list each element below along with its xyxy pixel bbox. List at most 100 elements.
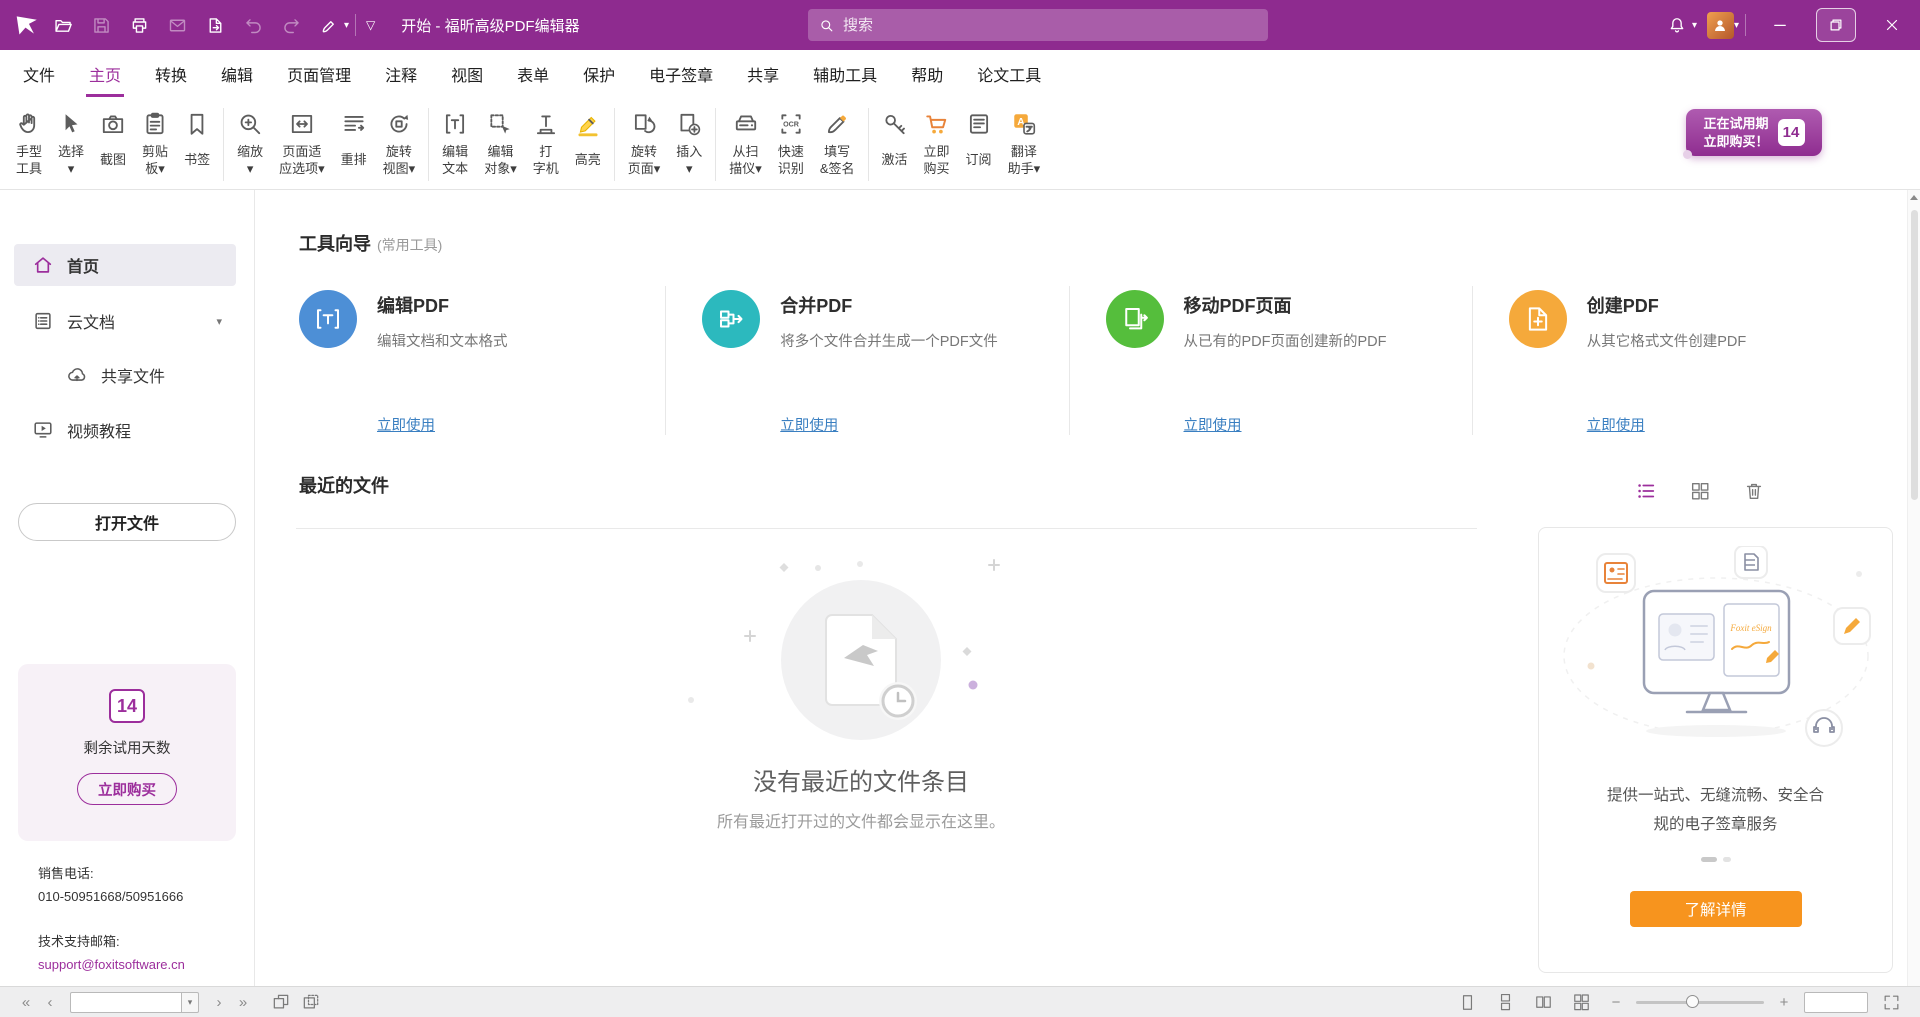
menu-file[interactable]: 文件	[6, 50, 72, 97]
carousel-dots[interactable]	[1539, 857, 1892, 862]
first-page-button[interactable]: «	[14, 994, 38, 1011]
continuous-view-button[interactable]	[1493, 990, 1517, 1014]
menu-home[interactable]: 主页	[72, 50, 138, 97]
menu-view[interactable]: 视图	[434, 50, 500, 97]
ribbon-tool-bookmark[interactable]: 书签	[176, 106, 218, 180]
card-merge-pdf[interactable]: 合并PDF 将多个文件合并生成一个PDF文件 立即使用	[665, 286, 1068, 435]
fullscreen-button[interactable]	[1879, 990, 1903, 1014]
clipboard-view-button[interactable]	[299, 990, 323, 1014]
sidebar-item-home[interactable]: 首页	[14, 244, 236, 286]
zoom-slider-handle[interactable]	[1686, 995, 1699, 1008]
scroll-up-arrow-icon[interactable]	[1910, 195, 1918, 200]
last-page-button[interactable]: »	[231, 994, 255, 1011]
ribbon-tool-reflow[interactable]: 重排	[333, 106, 375, 180]
customize-quickbar-icon[interactable]: ▽	[366, 18, 375, 32]
menu-accessibility[interactable]: 辅助工具	[796, 50, 894, 97]
ribbon-tool-buy-now[interactable]: 立即购买	[916, 106, 958, 180]
use-now-link[interactable]: 立即使用	[780, 414, 838, 435]
facing-view-button[interactable]	[1531, 990, 1555, 1014]
ribbon-tool-rotate-view[interactable]: 旋转视图▾	[375, 106, 424, 180]
ribbon-tool-ocr[interactable]: OCR 快速识别	[770, 106, 812, 180]
open-file-sidebar-button[interactable]: 打开文件	[18, 503, 236, 541]
use-now-link[interactable]: 立即使用	[1184, 414, 1242, 435]
carousel-dot-active[interactable]	[1701, 857, 1717, 862]
ribbon-tool-subscribe[interactable]: 订阅	[958, 106, 1000, 180]
menu-convert[interactable]: 转换	[138, 50, 204, 97]
page-number-caret-icon[interactable]: ▾	[182, 992, 199, 1013]
card-edit-pdf[interactable]: 编辑PDF 编辑文档和文本格式 立即使用	[299, 286, 665, 435]
menu-protect[interactable]: 保护	[566, 50, 632, 97]
single-page-view-button[interactable]	[1455, 990, 1479, 1014]
menu-comment[interactable]: 注释	[368, 50, 434, 97]
ribbon-tool-typewriter[interactable]: 打字机	[525, 106, 567, 180]
card-create-pdf[interactable]: 创建PDF 从其它格式文件创建PDF 立即使用	[1472, 286, 1875, 435]
zoom-percent-input[interactable]	[1804, 992, 1868, 1013]
scrollbar-thumb[interactable]	[1911, 210, 1918, 500]
ribbon-tool-page-fit[interactable]: 页面适应选项▾	[271, 106, 333, 180]
ribbon-tool-rotate-pages[interactable]: 旋转页面▾	[620, 106, 669, 180]
ribbon-tool-fill-sign[interactable]: 填写&签名	[812, 106, 863, 180]
cloud-docs-caret-icon[interactable]: ▾	[216, 315, 222, 328]
menu-edit[interactable]: 编辑	[204, 50, 270, 97]
prev-page-button[interactable]: ‹	[38, 994, 62, 1011]
ribbon-tool-insert[interactable]: 插入▾	[668, 106, 710, 180]
use-now-link[interactable]: 立即使用	[1587, 414, 1645, 435]
page-number-input[interactable]	[70, 992, 182, 1013]
menu-share[interactable]: 共享	[730, 50, 796, 97]
menu-page-organize[interactable]: 页面管理	[270, 50, 368, 97]
minimize-button[interactable]	[1752, 0, 1808, 50]
close-button[interactable]	[1864, 0, 1920, 50]
redo-button[interactable]	[275, 9, 307, 41]
undo-button[interactable]	[237, 9, 269, 41]
print-button[interactable]	[123, 9, 155, 41]
menu-paper-tools[interactable]: 论文工具	[960, 50, 1058, 97]
carousel-dot[interactable]	[1723, 857, 1731, 862]
restore-button[interactable]	[1808, 0, 1864, 50]
email-button[interactable]	[161, 9, 193, 41]
open-file-button[interactable]	[47, 9, 79, 41]
zoom-slider-track[interactable]	[1636, 1001, 1764, 1004]
grid-view-icon[interactable]	[1689, 480, 1711, 502]
export-button[interactable]	[199, 9, 231, 41]
snapshot-view-button[interactable]	[269, 990, 293, 1014]
ribbon-tool-activate[interactable]: 激活	[874, 106, 916, 180]
menu-help[interactable]: 帮助	[894, 50, 960, 97]
zoom-in-button[interactable]: +	[1772, 994, 1796, 1011]
ribbon-tool-highlight[interactable]: 高亮	[567, 106, 609, 180]
facing-continuous-view-button[interactable]	[1569, 990, 1593, 1014]
search-input[interactable]	[843, 17, 1258, 34]
ribbon-tool-select[interactable]: 选择▾	[50, 106, 92, 180]
zoom-out-button[interactable]: −	[1604, 994, 1628, 1011]
list-view-icon[interactable]	[1635, 480, 1657, 502]
search-box[interactable]	[808, 9, 1268, 41]
user-avatar[interactable]	[1707, 12, 1734, 39]
menu-esign[interactable]: 电子签章	[632, 50, 730, 97]
ribbon-tool-edit-text[interactable]: 编辑文本	[434, 106, 476, 180]
trash-icon[interactable]	[1743, 480, 1765, 502]
menu-form[interactable]: 表单	[500, 50, 566, 97]
account-caret-icon[interactable]: ▾	[1734, 20, 1739, 31]
ribbon-tool-edit-object[interactable]: 编辑对象▾	[476, 106, 525, 180]
notifications-caret-icon[interactable]: ▾	[1692, 20, 1697, 31]
trial-buy-badge[interactable]: 正在试用期 立即购买！ 14	[1686, 109, 1822, 156]
card-move-pdf-pages[interactable]: 移动PDF页面 从已有的PDF页面创建新的PDF 立即使用	[1069, 286, 1472, 435]
ribbon-tool-scanner[interactable]: 从扫描仪▾	[721, 106, 770, 180]
sidebar-item-shared-files[interactable]: 共享文件	[14, 354, 236, 396]
ribbon-tool-translate[interactable]: A 翻译助手▾	[1000, 106, 1049, 180]
support-email-link[interactable]: support@foxitsoftware.cn	[38, 953, 185, 976]
vertical-scrollbar[interactable]	[1907, 190, 1920, 986]
save-button[interactable]	[85, 9, 117, 41]
use-now-link[interactable]: 立即使用	[377, 414, 435, 435]
ribbon-tool-hand[interactable]: 手型工具	[8, 106, 50, 180]
ribbon-tool-zoom[interactable]: 缩放▾	[229, 106, 271, 180]
sign-pen-caret-icon[interactable]: ▾	[344, 20, 349, 31]
sidebar-item-cloud-docs[interactable]: 云文档 ▾	[14, 300, 236, 342]
sidebar-item-video-tutorials[interactable]: 视频教程	[14, 409, 236, 451]
sign-pen-button[interactable]	[313, 9, 345, 41]
ribbon-tool-clipboard[interactable]: 剪贴板▾	[134, 106, 176, 180]
buy-now-button[interactable]: 立即购买	[77, 773, 177, 805]
zoom-slider[interactable]	[1636, 995, 1764, 1009]
learn-more-button[interactable]: 了解详情	[1630, 891, 1802, 927]
next-page-button[interactable]: ›	[207, 994, 231, 1011]
ribbon-tool-snapshot[interactable]: 截图	[92, 106, 134, 180]
